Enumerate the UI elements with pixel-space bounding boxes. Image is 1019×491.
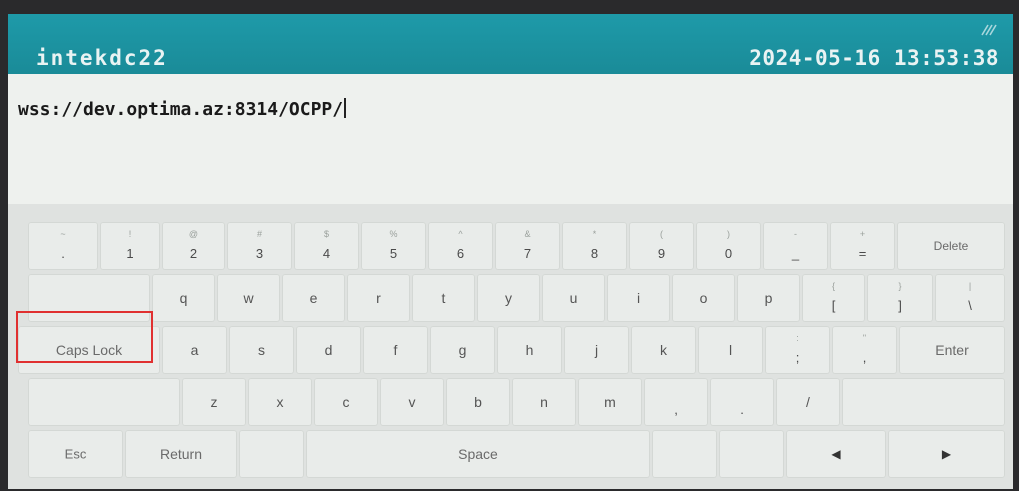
key-3[interactable]: #3: [227, 222, 292, 270]
key-0[interactable]: ) 0: [696, 222, 761, 270]
url-text-line: wss://dev.optima.az:8314/OCPP/: [18, 98, 347, 120]
key-6[interactable]: ^ 6: [428, 222, 493, 270]
title-bar: intekdc22 2024-05-16 13:53:38: [8, 14, 1013, 74]
key-right-bracket[interactable]: }]: [867, 274, 933, 322]
blank-key-2[interactable]: [652, 430, 717, 478]
blank-key-3[interactable]: [719, 430, 784, 478]
key-b[interactable]: b: [446, 378, 510, 426]
key-f[interactable]: f: [363, 326, 428, 374]
key-j[interactable]: j: [564, 326, 629, 374]
key-period-2[interactable]: .: [710, 378, 774, 426]
key-7[interactable]: & 7: [495, 222, 560, 270]
key-z[interactable]: z: [182, 378, 246, 426]
key-9[interactable]: (9: [629, 222, 694, 270]
key-r[interactable]: r: [347, 274, 410, 322]
key-a[interactable]: a: [162, 326, 227, 374]
key-k[interactable]: k: [631, 326, 696, 374]
key-period[interactable]: ~.: [28, 222, 98, 270]
key-p[interactable]: p: [737, 274, 800, 322]
text-cursor: [344, 98, 347, 118]
left-arrow-icon: ◀: [831, 447, 841, 461]
space-key[interactable]: Space: [306, 430, 650, 478]
key-slash[interactable]: /: [776, 378, 840, 426]
key-backslash[interactable]: | \: [935, 274, 1005, 322]
shift-key-left[interactable]: [28, 378, 180, 426]
enter-key[interactable]: Enter: [899, 326, 1005, 374]
return-key[interactable]: Return: [125, 430, 237, 478]
key-y[interactable]: y: [477, 274, 540, 322]
url-value: wss://dev.optima.az:8314/OCPP/: [18, 99, 344, 120]
key-g[interactable]: g: [430, 326, 495, 374]
device-name: intekdc22: [36, 46, 168, 70]
key-e[interactable]: e: [282, 274, 345, 322]
key-t[interactable]: t: [412, 274, 475, 322]
key-left-bracket[interactable]: {[: [802, 274, 865, 322]
key-s[interactable]: s: [229, 326, 294, 374]
key-8[interactable]: * 8: [562, 222, 627, 270]
datetime: 2024-05-16 13:53:38: [749, 46, 999, 70]
key-d[interactable]: d: [296, 326, 361, 374]
key-v[interactable]: v: [380, 378, 444, 426]
on-screen-keyboard: ~. ! 1 @2 #3 $4 % 5 ^ 6 & 7 * 8 (9 ) 0 - _ + = D…: [8, 204, 1013, 489]
url-input[interactable]: wss://dev.optima.az:8314/OCPP/: [8, 74, 1013, 204]
delete-key[interactable]: Delete: [897, 222, 1005, 270]
key-m[interactable]: m: [578, 378, 642, 426]
key-comma[interactable]: ,: [644, 378, 708, 426]
key-q[interactable]: q: [152, 274, 215, 322]
key-comma-quote[interactable]: ",: [832, 326, 897, 374]
key-i[interactable]: i: [607, 274, 670, 322]
key-o[interactable]: o: [672, 274, 735, 322]
key-1[interactable]: ! 1: [100, 222, 160, 270]
key-equals[interactable]: + =: [830, 222, 895, 270]
key-4[interactable]: $4: [294, 222, 359, 270]
key-w[interactable]: w: [217, 274, 280, 322]
key-u[interactable]: u: [542, 274, 605, 322]
left-arrow-key[interactable]: ◀: [786, 430, 886, 478]
right-arrow-icon: ▶: [941, 447, 952, 461]
device-screen: intekdc22 2024-05-16 13:53:38 wss://dev.…: [8, 14, 1013, 489]
right-arrow-key[interactable]: ▶: [888, 430, 1005, 478]
key-x[interactable]: x: [248, 378, 312, 426]
key-h[interactable]: h: [497, 326, 562, 374]
key-n[interactable]: n: [512, 378, 576, 426]
key-semicolon[interactable]: :;: [765, 326, 830, 374]
esc-key[interactable]: Esc: [28, 430, 123, 478]
blank-key[interactable]: [239, 430, 304, 478]
caps-lock-highlight-box: [16, 311, 153, 363]
key-5[interactable]: % 5: [361, 222, 426, 270]
key-2[interactable]: @2: [162, 222, 225, 270]
signal-icon: [981, 24, 997, 36]
key-c[interactable]: c: [314, 378, 378, 426]
key-l[interactable]: l: [698, 326, 763, 374]
shift-key-right[interactable]: [842, 378, 1005, 426]
key-minus[interactable]: - _: [763, 222, 828, 270]
